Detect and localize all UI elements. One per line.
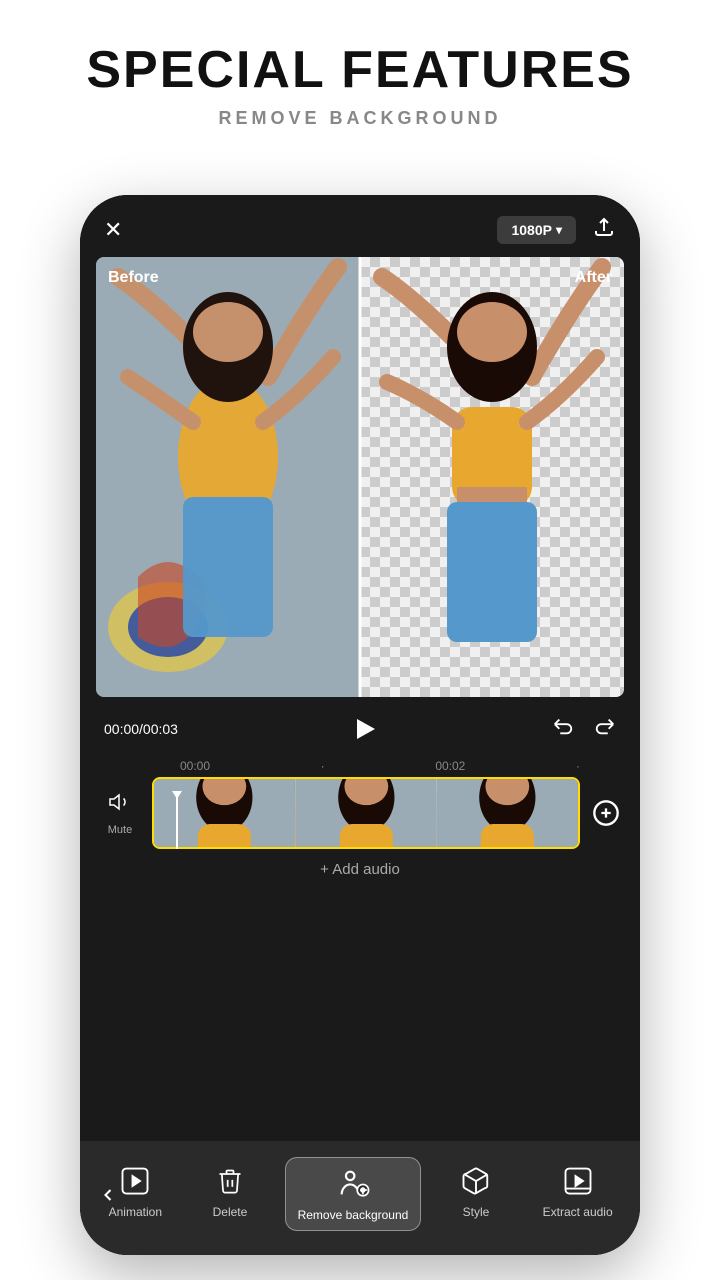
remove-background-label: Remove background: [298, 1208, 409, 1222]
ruler-mark-0: 00:00: [180, 759, 210, 773]
after-label: After: [575, 269, 612, 287]
timeline-track: Mute: [80, 777, 640, 849]
before-image: [96, 257, 360, 697]
close-button[interactable]: ✕: [104, 217, 122, 243]
toolbar-item-remove-background[interactable]: Remove background: [285, 1157, 422, 1231]
timeline-ruler: 00:00 · 00:02 ·: [80, 755, 640, 777]
before-preview: Before: [96, 257, 360, 697]
clip-frame-2: [296, 779, 438, 847]
redo-button[interactable]: [594, 715, 616, 743]
page-subtitle: REMOVE BACKGROUND: [20, 108, 700, 129]
style-icon: [460, 1165, 492, 1197]
toolbar-item-style[interactable]: Style: [436, 1157, 516, 1227]
top-bar-right: 1080P: [497, 215, 616, 245]
split-line: [359, 257, 362, 697]
phone-frame: ✕ 1080P Before: [80, 195, 640, 1255]
extract-audio-label: Extract audio: [543, 1205, 613, 1219]
preview-area: Before: [96, 257, 624, 697]
playhead-indicator: [172, 791, 182, 799]
undo-button[interactable]: [552, 715, 574, 743]
add-audio-label: + Add audio: [320, 861, 400, 878]
toolbar-item-extract-audio[interactable]: Extract audio: [531, 1157, 625, 1227]
bottom-toolbar: Animation Delete: [80, 1141, 640, 1255]
clip-frame-3: [437, 779, 578, 847]
style-label: Style: [463, 1205, 490, 1219]
before-label: Before: [108, 269, 159, 287]
playback-controls: 00:00/00:03: [80, 697, 640, 755]
ruler-dot-2: ·: [576, 759, 580, 773]
ruler-dot-1: ·: [321, 759, 325, 773]
phone-inner: ✕ 1080P Before: [80, 195, 640, 1255]
mute-label: Mute: [108, 824, 132, 836]
toolbar-item-delete[interactable]: Delete: [190, 1157, 270, 1227]
page-title: SPECIAL FEATURES: [20, 40, 700, 100]
playhead[interactable]: [176, 797, 178, 849]
top-bar: ✕ 1080P: [80, 195, 640, 257]
toolbar-items: Animation Delete: [80, 1157, 640, 1231]
ruler-mark-2: 00:02: [435, 759, 465, 773]
timeline-area: 00:00 · 00:02 ·: [80, 755, 640, 898]
add-audio-button[interactable]: + Add audio: [80, 849, 640, 890]
page-header: SPECIAL FEATURES REMOVE BACKGROUND: [0, 0, 720, 149]
undo-redo-controls: [552, 715, 616, 743]
play-button[interactable]: [347, 711, 383, 747]
after-preview: After: [360, 257, 624, 697]
after-image: [360, 257, 624, 697]
clip-strip[interactable]: [152, 777, 580, 849]
mute-button[interactable]: Mute: [96, 790, 144, 836]
upload-button[interactable]: [592, 215, 616, 245]
volume-icon: [108, 790, 132, 820]
time-display: 00:00/00:03: [104, 721, 178, 737]
remove-background-icon: [336, 1166, 370, 1200]
back-button[interactable]: [90, 1177, 126, 1219]
quality-selector[interactable]: 1080P: [497, 216, 576, 244]
delete-icon: [214, 1165, 246, 1197]
delete-label: Delete: [213, 1205, 248, 1219]
play-icon: [357, 719, 375, 739]
add-clip-button[interactable]: [588, 777, 624, 849]
extract-audio-icon: [562, 1165, 594, 1197]
